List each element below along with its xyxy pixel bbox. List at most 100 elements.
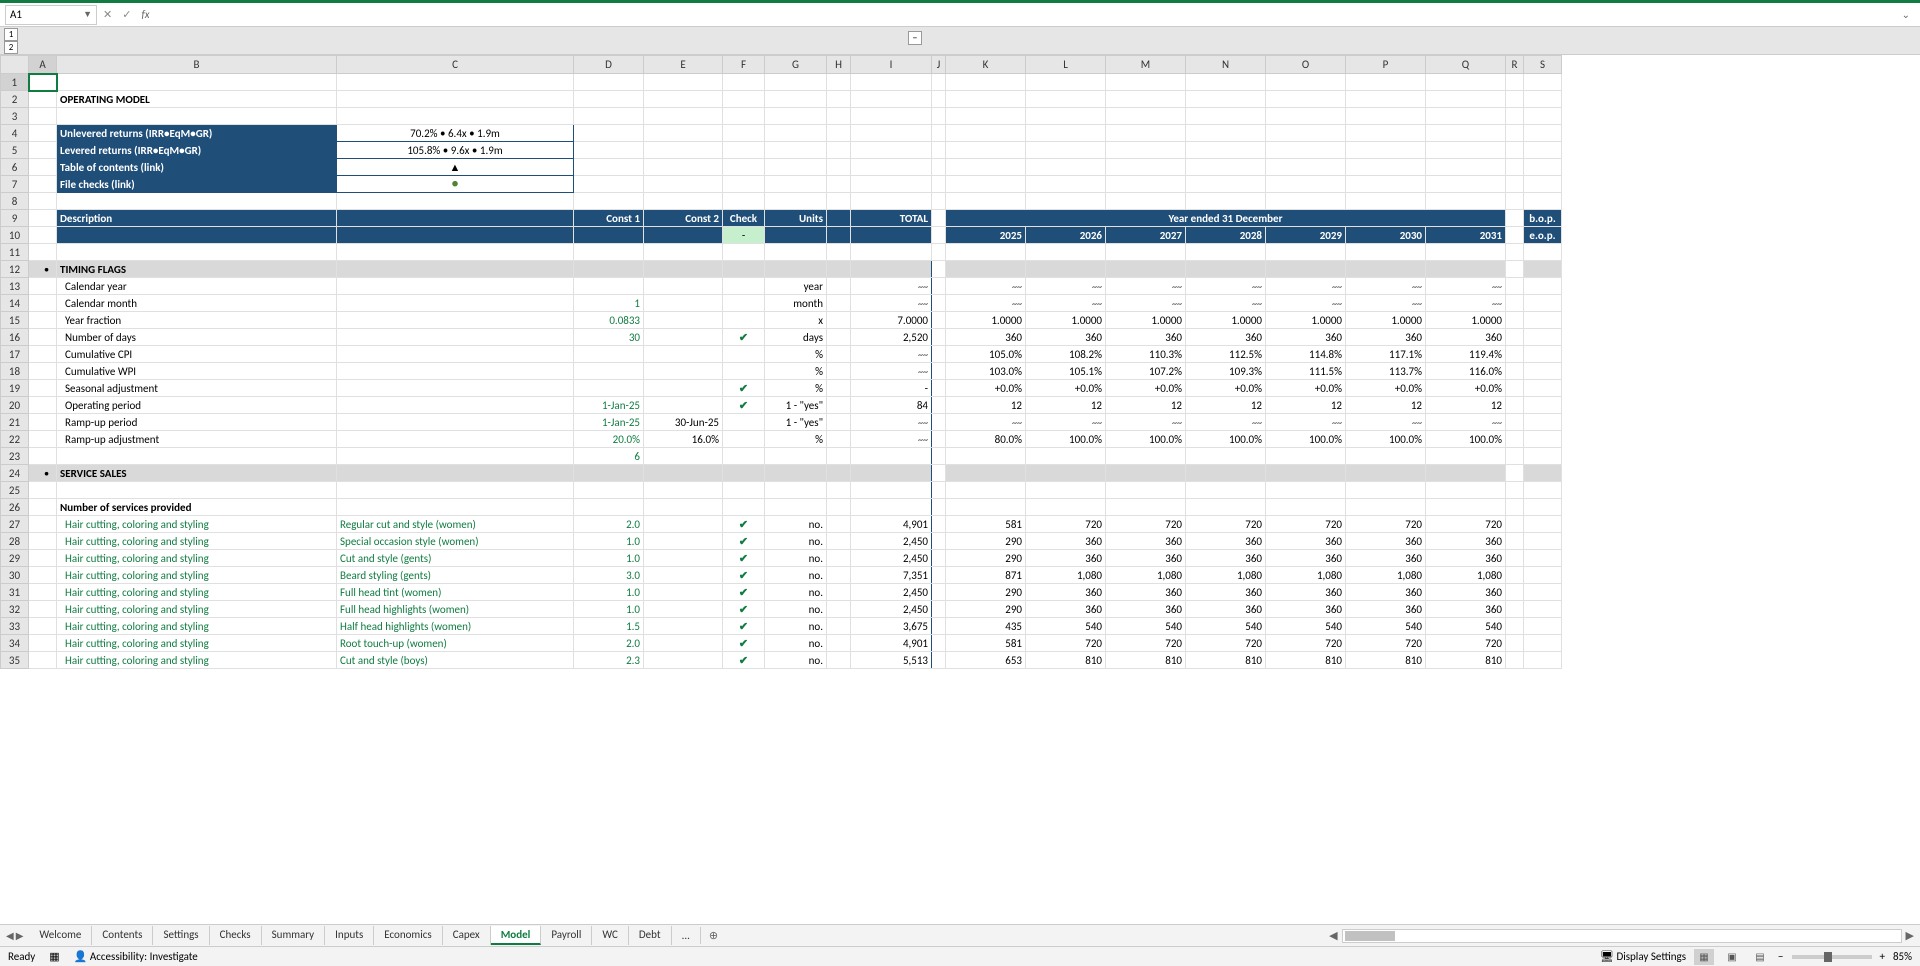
cell-D30[interactable]: 3.0: [574, 567, 644, 584]
cell-H7[interactable]: [827, 176, 851, 193]
cell-G8[interactable]: [765, 193, 827, 210]
cell-N35[interactable]: 810: [1186, 652, 1266, 669]
cell-B21[interactable]: Ramp-up period: [57, 414, 337, 431]
cell-P34[interactable]: 720: [1346, 635, 1426, 652]
cell-R20[interactable]: [1506, 397, 1524, 414]
cell-O1[interactable]: [1266, 74, 1346, 91]
cell-A13[interactable]: [29, 278, 57, 295]
row-header-4[interactable]: 4: [1, 125, 29, 142]
cell-A4[interactable]: [29, 125, 57, 142]
cell-F5[interactable]: [723, 142, 765, 159]
cell-G6[interactable]: [765, 159, 827, 176]
cell-O8[interactable]: [1266, 193, 1346, 210]
cell-M28[interactable]: 360: [1106, 533, 1186, 550]
cell-A17[interactable]: [29, 346, 57, 363]
cell-N28[interactable]: 360: [1186, 533, 1266, 550]
cell-I5[interactable]: [851, 142, 932, 159]
cell-Q24[interactable]: [1426, 465, 1506, 482]
cell-Q27[interactable]: 720: [1426, 516, 1506, 533]
cell-B12[interactable]: TIMING FLAGS: [57, 261, 337, 278]
cell-G29[interactable]: no.: [765, 550, 827, 567]
more-tabs[interactable]: ...: [672, 927, 701, 944]
cell-F26[interactable]: [723, 499, 765, 516]
cell-A19[interactable]: [29, 380, 57, 397]
tab-nav[interactable]: ◀▶: [0, 929, 29, 942]
cell-S30[interactable]: [1524, 567, 1562, 584]
cell-M17[interactable]: 110.3%: [1106, 346, 1186, 363]
cell-N8[interactable]: [1186, 193, 1266, 210]
cell-M21[interactable]: ~~: [1106, 414, 1186, 431]
cell-Q17[interactable]: 119.4%: [1426, 346, 1506, 363]
cell-B10[interactable]: [57, 227, 337, 244]
cell-M20[interactable]: 12: [1106, 397, 1186, 414]
cell-D1[interactable]: [574, 74, 644, 91]
cell-G15[interactable]: x: [765, 312, 827, 329]
cell-M31[interactable]: 360: [1106, 584, 1186, 601]
cell-H4[interactable]: [827, 125, 851, 142]
row-header-31[interactable]: 31: [1, 584, 29, 601]
cell-A14[interactable]: [29, 295, 57, 312]
cell-C25[interactable]: [337, 482, 574, 499]
cell-S27[interactable]: [1524, 516, 1562, 533]
cell-S19[interactable]: [1524, 380, 1562, 397]
cell-H17[interactable]: [827, 346, 851, 363]
cell-A22[interactable]: [29, 431, 57, 448]
cell-E7[interactable]: [644, 176, 723, 193]
cell-N22[interactable]: 100.0%: [1186, 431, 1266, 448]
row-header-14[interactable]: 14: [1, 295, 29, 312]
row-header-16[interactable]: 16: [1, 329, 29, 346]
cell-C24[interactable]: [337, 465, 574, 482]
cell-P23[interactable]: [1346, 448, 1426, 465]
display-settings[interactable]: 🖥 Display Settings: [1600, 950, 1686, 963]
cell-B18[interactable]: Cumulative WPI: [57, 363, 337, 380]
cell-P13[interactable]: ~~: [1346, 278, 1426, 295]
cell-H31[interactable]: [827, 584, 851, 601]
cell-O22[interactable]: 100.0%: [1266, 431, 1346, 448]
cell-P10[interactable]: 2030: [1346, 227, 1426, 244]
cell-O19[interactable]: +0.0%: [1266, 380, 1346, 397]
cell-H11[interactable]: [827, 244, 851, 261]
cell-M32[interactable]: 360: [1106, 601, 1186, 618]
cell-Q7[interactable]: [1426, 176, 1506, 193]
cell-I22[interactable]: ~~: [851, 431, 932, 448]
cell-Q32[interactable]: 360: [1426, 601, 1506, 618]
cell-I24[interactable]: [851, 465, 932, 482]
cell-L22[interactable]: 100.0%: [1026, 431, 1106, 448]
cell-B15[interactable]: Year fraction: [57, 312, 337, 329]
cell-E21[interactable]: 30-Jun-25: [644, 414, 723, 431]
cell-S26[interactable]: [1524, 499, 1562, 516]
cell-R33[interactable]: [1506, 618, 1524, 635]
cell-R26[interactable]: [1506, 499, 1524, 516]
cell-S2[interactable]: [1524, 91, 1562, 108]
formula-expand-icon[interactable]: ⌄: [1897, 8, 1915, 21]
cell-I8[interactable]: [851, 193, 932, 210]
cell-S12[interactable]: [1524, 261, 1562, 278]
cell-L4[interactable]: [1026, 125, 1106, 142]
cell-M29[interactable]: 360: [1106, 550, 1186, 567]
cell-D35[interactable]: 2.3: [574, 652, 644, 669]
cell-H16[interactable]: [827, 329, 851, 346]
cell-M4[interactable]: [1106, 125, 1186, 142]
cell-I16[interactable]: 2,520: [851, 329, 932, 346]
cell-G34[interactable]: no.: [765, 635, 827, 652]
cell-A33[interactable]: [29, 618, 57, 635]
cell-J19[interactable]: [932, 380, 946, 397]
cell-D21[interactable]: 1-Jan-25: [574, 414, 644, 431]
cell-N34[interactable]: 720: [1186, 635, 1266, 652]
cell-H20[interactable]: [827, 397, 851, 414]
cell-C34[interactable]: Root touch-up (women): [337, 635, 574, 652]
cell-P20[interactable]: 12: [1346, 397, 1426, 414]
cell-O7[interactable]: [1266, 176, 1346, 193]
cell-J24[interactable]: [932, 465, 946, 482]
cell-A2[interactable]: [29, 91, 57, 108]
cell-Q8[interactable]: [1426, 193, 1506, 210]
cell-C5[interactable]: 105.8% • 9.6x • 1.9m: [337, 142, 574, 159]
cell-C6[interactable]: ▲: [337, 159, 574, 176]
cell-R32[interactable]: [1506, 601, 1524, 618]
cell-F22[interactable]: [723, 431, 765, 448]
cell-E6[interactable]: [644, 159, 723, 176]
cell-L24[interactable]: [1026, 465, 1106, 482]
cell-H3[interactable]: [827, 108, 851, 125]
cell-O14[interactable]: ~~: [1266, 295, 1346, 312]
cell-A35[interactable]: [29, 652, 57, 669]
